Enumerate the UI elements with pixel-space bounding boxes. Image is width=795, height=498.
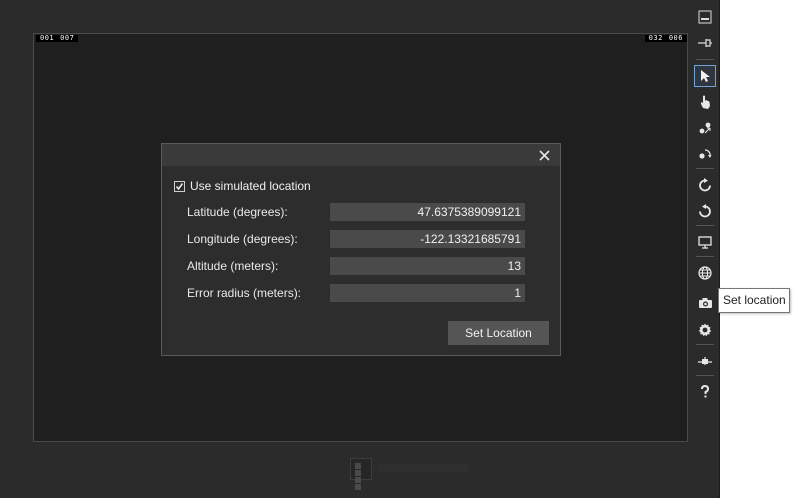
set-location-button[interactable]: Set Location [448, 321, 549, 345]
rotate-counterclockwise-icon [699, 204, 711, 218]
location-dialog: Use simulated location Latitude (degrees… [161, 143, 561, 356]
simulated-location-checkbox[interactable] [174, 180, 185, 192]
longitude-field[interactable]: -122.13321685791 [330, 230, 525, 248]
rotation-touch-button[interactable] [694, 143, 716, 165]
latitude-field[interactable]: 47.6375389099121 [330, 203, 525, 221]
settings-button[interactable] [694, 319, 716, 341]
frame-counter-value: 032 [648, 34, 663, 42]
help-button[interactable] [694, 381, 716, 403]
simulator-toolbar [691, 0, 719, 498]
dialog-header [162, 144, 560, 166]
toolbar-separator [696, 59, 714, 60]
mouse-pointer-icon [701, 70, 710, 82]
gear-icon [698, 323, 712, 337]
rotate-touch-icon [699, 149, 712, 159]
resolution-monitor-icon [698, 235, 712, 249]
toolbar-separator [696, 256, 714, 257]
longitude-label: Longitude (degrees): [187, 232, 298, 246]
toolbar-separator [696, 375, 714, 376]
camera-icon [698, 298, 712, 308]
frame-counter-right: 032 006 [644, 34, 687, 42]
simulator-window: 001 007 032 006 Use simulated location Lat… [0, 0, 720, 498]
mouse-mode-button[interactable] [694, 65, 716, 87]
close-button[interactable] [535, 146, 553, 164]
checkmark-icon [175, 182, 184, 190]
frame-counter-value: 001 [40, 34, 55, 42]
minimize-button[interactable] [694, 6, 716, 28]
simulated-location-label: Use simulated location [190, 179, 311, 193]
device-label-decoration [378, 464, 468, 472]
toolbar-separator [696, 225, 714, 226]
simulated-location-toggle[interactable]: Use simulated location [174, 179, 311, 193]
toolbar-separator [696, 344, 714, 345]
rotate-clockwise-button[interactable] [694, 174, 716, 196]
rotate-clockwise-icon [699, 178, 711, 192]
frame-counter-left: 001 007 [36, 34, 79, 42]
set-location-toolbar-button[interactable] [694, 262, 716, 284]
altitude-label: Altitude (meters): [187, 259, 279, 273]
rotate-counterclockwise-button[interactable] [694, 200, 716, 222]
globe-icon [698, 266, 712, 280]
error-radius-label: Error radius (meters): [187, 286, 302, 300]
minimize-icon [698, 10, 712, 24]
touch-mode-button[interactable] [694, 91, 716, 113]
help-icon [701, 385, 710, 398]
pinch-zoom-icon [699, 122, 711, 134]
screenshot-button[interactable] [694, 292, 716, 314]
pinch-zoom-button[interactable] [694, 117, 716, 139]
change-resolution-button[interactable] [694, 231, 716, 253]
error-radius-field[interactable]: 1 [330, 284, 525, 302]
close-icon [538, 149, 550, 161]
network-button[interactable] [694, 350, 716, 372]
pin-icon [698, 39, 712, 47]
altitude-field[interactable]: 13 [330, 257, 525, 275]
latitude-label: Latitude (degrees): [187, 205, 288, 219]
windows-logo-icon[interactable] [350, 458, 372, 490]
frame-counter-value: 007 [60, 34, 75, 42]
toolbar-separator [696, 168, 714, 169]
pin-button[interactable] [694, 32, 716, 54]
set-location-tooltip: Set location [718, 288, 790, 313]
network-icon [698, 357, 712, 365]
touch-hand-icon [701, 95, 710, 109]
frame-counter-value: 006 [668, 34, 683, 42]
